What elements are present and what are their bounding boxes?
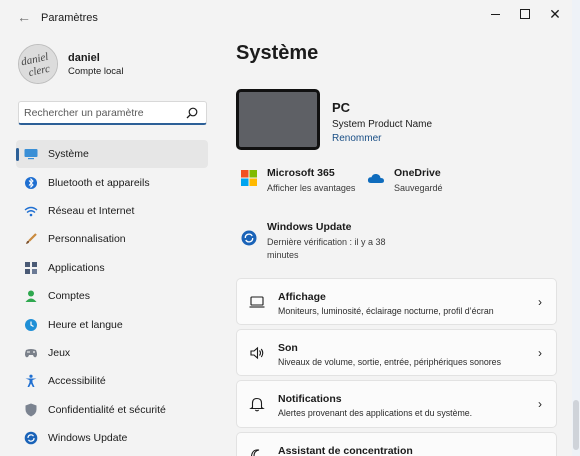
microsoft-365-icon <box>241 170 257 186</box>
card-subtitle: Alertes provenant des applications et du… <box>278 408 473 418</box>
card-title: Affichage <box>278 291 326 303</box>
gamepad-icon <box>24 346 38 360</box>
chevron-right-icon: › <box>538 295 542 309</box>
sidebar-item-windows-update[interactable]: Windows Update <box>16 424 208 452</box>
speaker-icon <box>250 346 264 360</box>
close-button[interactable]: ✕ <box>538 4 572 24</box>
sidebar-nav: Système Bluetooth et appareils Réseau et… <box>16 140 208 452</box>
search-input[interactable] <box>24 104 184 121</box>
page-title: Système <box>236 42 319 64</box>
brush-icon <box>24 232 38 246</box>
sidebar-item-heure-langue[interactable]: Heure et langue <box>16 310 208 338</box>
microsoft-365-tile[interactable]: Microsoft 365 Afficher les avantages <box>240 167 360 197</box>
chevron-right-icon: › <box>538 397 542 411</box>
sidebar-item-applications[interactable]: Applications <box>16 254 208 282</box>
user-name: daniel <box>68 52 100 64</box>
windows-update-tile[interactable]: Windows Update Dernière vérification : i… <box>240 221 410 261</box>
device-image <box>236 89 320 150</box>
update-title: Windows Update <box>267 221 352 233</box>
sidebar-item-label: Confidentialité et sécurité <box>48 403 166 416</box>
moon-icon <box>250 449 260 456</box>
title-bar: ← Paramètres ✕ <box>0 0 572 34</box>
update-subtitle: Dernière vérification : il y a 38 minute… <box>267 236 386 261</box>
card-title: Notifications <box>278 393 342 405</box>
sidebar-item-reseau[interactable]: Réseau et Internet <box>16 197 208 225</box>
notifications-settings-card[interactable]: Notifications Alertes provenant des appl… <box>236 380 557 428</box>
settings-window: ← Paramètres ✕ daniel clerc daniel Compt… <box>0 0 573 456</box>
sidebar-item-label: Système <box>48 148 89 161</box>
sidebar-item-label: Bluetooth et appareils <box>48 176 150 189</box>
apps-icon <box>24 261 38 275</box>
account-icon <box>24 289 38 303</box>
search-icon[interactable] <box>185 106 199 120</box>
shield-icon <box>24 403 38 417</box>
monitor-icon <box>24 147 38 161</box>
sidebar-item-label: Réseau et Internet <box>48 204 135 217</box>
update-subtitle-line-1: Dernière vérification : il y a 38 <box>267 237 386 247</box>
windows-update-icon <box>241 230 257 246</box>
device-name: PC <box>332 100 351 115</box>
device-model: System Product Name <box>332 119 433 130</box>
onedrive-subtitle: Sauvegardé <box>394 183 443 193</box>
bluetooth-icon <box>24 176 38 190</box>
search-box[interactable] <box>18 101 207 125</box>
sidebar-item-label: Applications <box>48 261 105 274</box>
sidebar-item-label: Windows Update <box>48 432 128 445</box>
card-title: Son <box>278 342 298 354</box>
sidebar-item-personnalisation[interactable]: Personnalisation <box>16 225 208 253</box>
sidebar-item-label: Personnalisation <box>48 233 126 246</box>
sidebar-item-accessibilite[interactable]: Accessibilité <box>16 367 208 395</box>
sound-settings-card[interactable]: Son Niveaux de volume, sortie, entrée, p… <box>236 329 557 376</box>
update-icon <box>24 431 38 445</box>
maximize-button[interactable] <box>508 4 542 24</box>
sidebar-item-label: Jeux <box>48 346 71 359</box>
minimize-button[interactable] <box>478 4 512 24</box>
sidebar-item-bluetooth[interactable]: Bluetooth et appareils <box>16 168 208 196</box>
sidebar-item-label: Accessibilité <box>48 375 106 388</box>
sidebar-item-jeux[interactable]: Jeux <box>16 339 208 367</box>
display-settings-card[interactable]: Affichage Moniteurs, luminosité, éclaira… <box>236 278 557 325</box>
display-icon <box>249 296 265 308</box>
maximize-icon <box>520 9 530 19</box>
onedrive-title: OneDrive <box>394 167 441 179</box>
globe-clock-icon <box>24 318 38 332</box>
bell-icon <box>249 397 265 412</box>
wifi-icon <box>24 204 38 218</box>
avatar: daniel clerc <box>18 44 58 84</box>
account-type: Compte local <box>68 66 124 77</box>
card-title: Assistant de concentration <box>278 445 413 456</box>
app-title: Paramètres <box>41 12 98 24</box>
sidebar-item-confidentialite[interactable]: Confidentialité et sécurité <box>16 396 208 424</box>
close-icon: ✕ <box>549 5 561 22</box>
focus-assist-settings-card[interactable]: Assistant de concentration <box>236 432 557 456</box>
sidebar-item-label: Comptes <box>48 290 91 303</box>
sidebar-item-comptes[interactable]: Comptes <box>16 282 208 310</box>
onedrive-tile[interactable]: OneDrive Sauvegardé <box>367 167 477 197</box>
user-profile[interactable]: daniel clerc daniel Compte local <box>18 44 208 84</box>
sidebar-item-systeme[interactable]: Système <box>16 140 208 169</box>
m365-subtitle: Afficher les avantages <box>267 183 356 193</box>
sidebar-item-label: Heure et langue <box>48 318 123 331</box>
back-arrow-icon[interactable]: ← <box>15 8 33 26</box>
rename-link[interactable]: Renommer <box>332 133 381 144</box>
m365-title: Microsoft 365 <box>267 167 335 179</box>
onedrive-cloud-icon <box>367 173 384 183</box>
minimize-icon <box>490 13 500 15</box>
update-subtitle-line-2: minutes <box>267 249 299 260</box>
card-subtitle: Moniteurs, luminosité, éclairage nocturn… <box>278 306 494 316</box>
card-subtitle: Niveaux de volume, sortie, entrée, périp… <box>278 357 501 367</box>
accessibility-icon <box>24 374 38 388</box>
chevron-right-icon: › <box>538 346 542 360</box>
outer-background <box>572 0 580 456</box>
scrollbar-thumb[interactable] <box>573 400 579 450</box>
